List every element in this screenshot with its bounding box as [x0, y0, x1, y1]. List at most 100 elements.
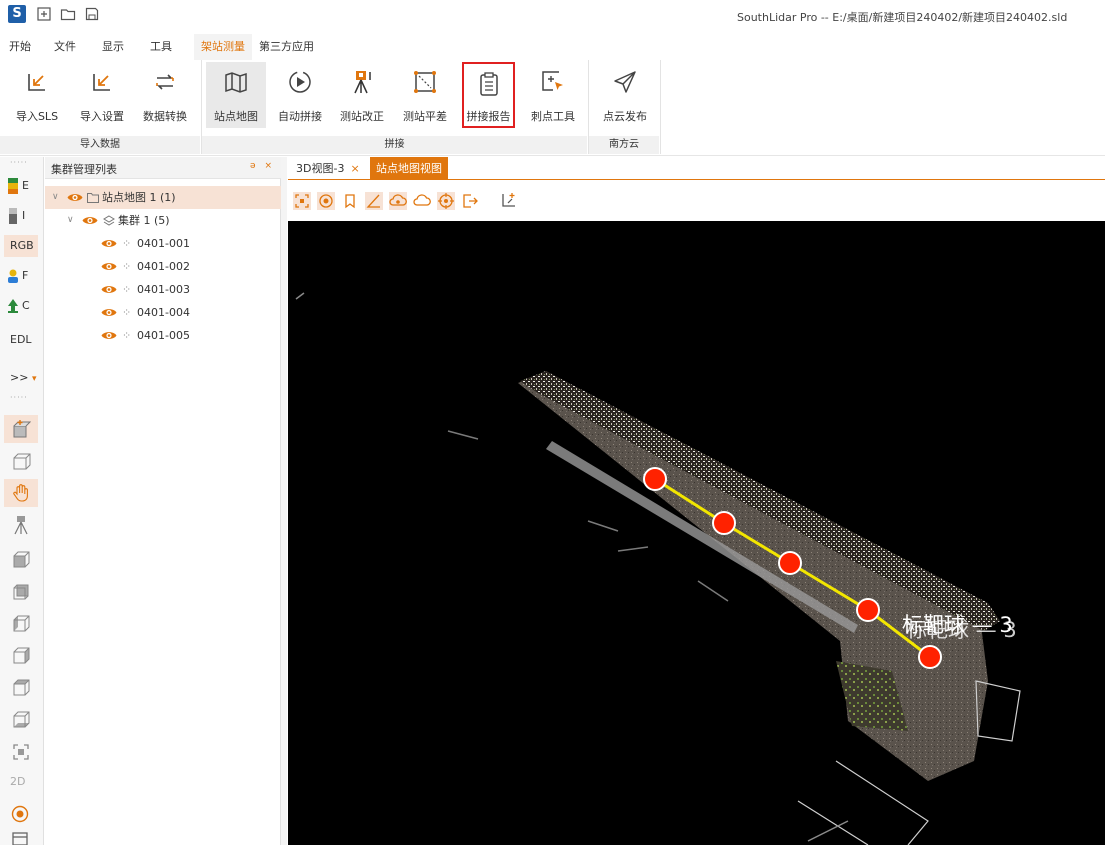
panel-window-buttons[interactable]: ə ×	[250, 161, 275, 171]
eye-icon[interactable]	[101, 261, 117, 272]
station-correction-button[interactable]: 测站改正	[334, 62, 390, 128]
class-color-button[interactable]: C	[4, 295, 38, 317]
menu-tab-file[interactable]: 文件	[47, 34, 83, 60]
target-icon	[11, 805, 29, 823]
station-marker[interactable]	[643, 467, 667, 491]
classification-button[interactable]: F	[4, 265, 38, 287]
pick-point-tool-button[interactable]: 刺点工具	[521, 62, 585, 128]
cube-front-icon	[13, 551, 30, 568]
station-map-label: 站点地图	[214, 110, 258, 123]
edl-button[interactable]: EDL	[4, 329, 38, 351]
cloud-eye-icon[interactable]	[389, 192, 407, 210]
expand-label: >>	[10, 371, 29, 384]
eye-icon[interactable]	[101, 284, 117, 295]
station-marker[interactable]	[856, 598, 880, 622]
cube-top-icon	[13, 679, 30, 696]
menu-tab-third-party[interactable]: 第三方应用	[252, 34, 321, 60]
station-map-viewport[interactable]: 标靶球 — 3 标靶球 — 3	[288, 221, 1105, 845]
target-circle-icon[interactable]	[317, 192, 335, 210]
view-right-button[interactable]	[4, 643, 38, 669]
station-map-button[interactable]: 站点地图	[206, 62, 266, 128]
tripod-icon	[14, 516, 28, 535]
eye-icon[interactable]	[101, 238, 117, 249]
point-cloud-publish-button[interactable]: 点云发布	[596, 62, 654, 128]
view-bottom-button[interactable]	[4, 707, 38, 733]
crosshair-circle-icon[interactable]	[437, 192, 455, 210]
view-left-button[interactable]	[4, 611, 38, 637]
view-top-button[interactable]	[4, 675, 38, 701]
close-icon[interactable]: ×	[350, 162, 359, 175]
tree-node-station[interactable]: ⁘ 0401-003	[45, 278, 281, 301]
panel-splitter[interactable]	[281, 157, 287, 845]
station-adjustment-button[interactable]: 测站平差	[396, 62, 454, 128]
chevron-down-icon[interactable]: ∨	[52, 186, 59, 209]
bookmark-icon[interactable]	[341, 192, 359, 210]
tree-node-station[interactable]: ⁘ 0401-004	[45, 301, 281, 324]
expand-toolbar-button[interactable]: >> ▾	[4, 367, 38, 389]
panel-title: 集群管理列表	[51, 163, 117, 176]
elevation-color-icon	[8, 178, 18, 194]
rgb-color-button[interactable]: RGB	[4, 235, 38, 257]
fit-view-button[interactable]	[4, 739, 38, 765]
cube-plus-button[interactable]	[4, 415, 38, 443]
tab-label: 3D视图-3	[296, 162, 345, 175]
eye-icon[interactable]	[101, 307, 117, 318]
import-settings-label: 导入设置	[80, 110, 124, 123]
tab-station-map-view[interactable]: 站点地图视图	[370, 157, 448, 180]
classification-label: F	[22, 269, 29, 282]
export-icon[interactable]	[461, 192, 479, 210]
angle-measure-icon[interactable]	[365, 192, 383, 210]
pan-hand-button[interactable]	[4, 479, 38, 507]
station-marker[interactable]	[712, 511, 736, 535]
eye-icon[interactable]	[101, 330, 117, 341]
target-button[interactable]	[4, 803, 38, 825]
view-back-button[interactable]	[4, 579, 38, 605]
menu-tab-tools[interactable]: 工具	[143, 34, 179, 60]
tree-node-station-map[interactable]: ∨ 站点地图 1 (1)	[45, 186, 281, 209]
stitch-report-button[interactable]: 拼接报告	[462, 62, 515, 128]
tripod-scanner-icon	[354, 71, 371, 94]
view-2d-button[interactable]: 2D	[4, 771, 38, 793]
station-marker[interactable]	[918, 645, 942, 669]
axis-plus-icon[interactable]	[499, 192, 517, 210]
point-cloud-publish-label: 点云发布	[603, 110, 647, 123]
tab-3d-view[interactable]: 3D视图-3 ×	[290, 157, 366, 180]
import-sls-button[interactable]: 导入SLS	[10, 62, 64, 128]
tree-node-label: 站点地图 1 (1)	[102, 191, 176, 204]
tree-node-station[interactable]: ⁘ 0401-001	[45, 232, 281, 255]
view-front-button[interactable]	[4, 547, 38, 573]
fit-frame-icon[interactable]	[293, 192, 311, 210]
eye-icon[interactable]	[67, 192, 83, 203]
cloud-outline-icon[interactable]	[413, 192, 431, 210]
data-convert-button[interactable]: 数据转换	[138, 62, 192, 128]
intensity-color-button[interactable]: I	[4, 205, 38, 227]
save-icon[interactable]	[84, 6, 100, 22]
import-settings-button[interactable]: 导入设置	[72, 62, 132, 128]
add-file-icon[interactable]	[36, 6, 52, 22]
app-logo: S	[8, 5, 26, 23]
tree-node-cluster[interactable]: ∨ 集群 1 (5)	[45, 209, 281, 232]
left-toolbar: ····· E I RGB F C EDL >> ▾ ····· 2D	[0, 157, 44, 845]
intensity-color-icon	[9, 208, 17, 224]
panel-button[interactable]	[4, 829, 38, 845]
chevron-down-icon[interactable]: ∨	[67, 209, 74, 232]
station-tripod-button[interactable]	[4, 511, 38, 539]
tree-node-station[interactable]: ⁘ 0401-002	[45, 255, 281, 278]
station-label: 0401-002	[137, 260, 190, 273]
menu-bar: 开始 文件 显示 工具 架站测量 第三方应用	[0, 34, 1105, 60]
ribbon-divider	[660, 60, 661, 154]
auto-stitch-button[interactable]: 自动拼接	[272, 62, 328, 128]
station-marker[interactable]	[778, 551, 802, 575]
layers-icon	[103, 215, 115, 226]
cube-edit-button[interactable]	[4, 447, 38, 475]
target-sphere-label: 标靶球 — 3	[906, 618, 1017, 642]
open-folder-icon[interactable]	[60, 6, 76, 22]
elevation-color-button[interactable]: E	[4, 175, 38, 197]
menu-tab-start[interactable]: 开始	[2, 34, 38, 60]
stitch-report-label: 拼接报告	[466, 110, 511, 123]
eye-icon[interactable]	[82, 215, 98, 226]
tree-node-station[interactable]: ⁘ 0401-005	[45, 324, 281, 347]
menu-tab-display[interactable]: 显示	[95, 34, 131, 60]
tree-node-label: 集群 1 (5)	[118, 214, 170, 227]
menu-tab-station-survey[interactable]: 架站测量	[194, 34, 252, 60]
